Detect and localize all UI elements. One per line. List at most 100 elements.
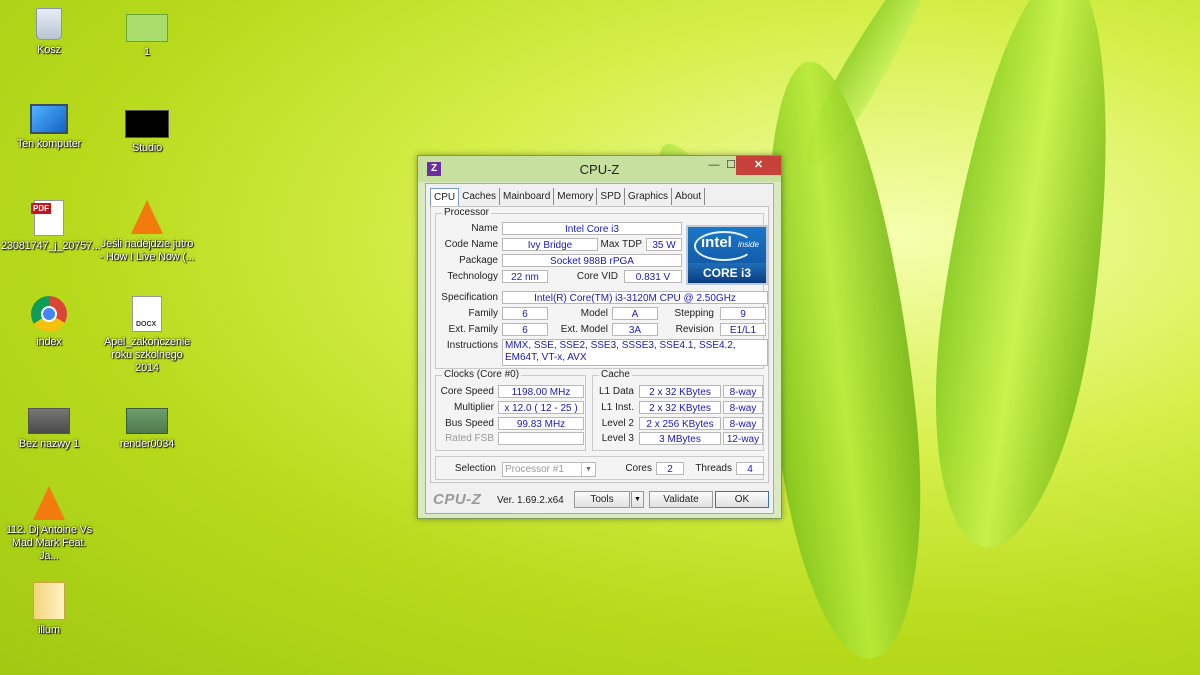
model-label: Model: [580, 308, 608, 319]
codename-label: Code Name: [444, 239, 498, 250]
chrome-icon: [31, 296, 67, 332]
wallpaper-leaf: [910, 0, 1140, 558]
processor-select-value: Processor #1: [505, 464, 564, 475]
level2-value: 2 x 256 KBytes: [639, 417, 721, 430]
desktop-icon-label: Kosz: [37, 44, 61, 56]
tab-graphics[interactable]: Graphics: [625, 188, 672, 205]
tools-button[interactable]: Tools: [574, 491, 630, 508]
desktop-icon-index[interactable]: index: [1, 296, 97, 349]
intel-core-i3-logo: intel inside CORE i3: [686, 225, 768, 285]
tab-memory[interactable]: Memory: [554, 188, 598, 205]
tab-about[interactable]: About: [672, 188, 706, 205]
desktop-icon-illum[interactable]: illum: [1, 582, 97, 637]
level3-value: 3 MBytes: [639, 432, 721, 445]
ratedfsb-value: [498, 432, 584, 445]
intel-inside: inside: [738, 240, 759, 249]
desktop-icon-label: 1: [144, 46, 150, 58]
image-file-icon: [126, 408, 168, 434]
tab-spd[interactable]: SPD: [597, 188, 625, 205]
cpuz-window: Z CPU-Z — ☐ ✕ CPU Caches Mainboard Memor…: [417, 155, 782, 519]
threads-label: Threads: [695, 463, 732, 474]
corevid-label: Core VID: [576, 271, 618, 282]
multiplier-value: x 12.0 ( 12 - 25 ): [498, 401, 584, 414]
image-file-icon: [126, 14, 168, 42]
desktop-icon-1[interactable]: 1: [99, 8, 195, 59]
l1inst-assoc: 8-way: [723, 401, 763, 414]
title-bar[interactable]: Z CPU-Z — ☐ ✕: [418, 156, 781, 182]
intel-brand: intel: [701, 234, 732, 251]
desktop-icon-label: 112. Dj Antoine Vs Mad Mark Feat. Ja...: [5, 524, 93, 562]
level3-assoc: 12-way: [723, 432, 763, 445]
extmodel-value: 3A: [612, 323, 658, 336]
stepping-label: Stepping: [674, 308, 714, 319]
cache-group: Cache L1 Data 2 x 32 KBytes 8-way L1 Ins…: [592, 369, 764, 451]
l1inst-value: 2 x 32 KBytes: [639, 401, 721, 414]
family-value: 6: [502, 307, 548, 320]
window-client: CPU Caches Mainboard Memory SPD Graphics…: [425, 183, 774, 514]
docx-file-icon: DOCX: [132, 296, 162, 332]
desktop-icon-studio[interactable]: Studio: [99, 104, 195, 155]
selection-group: Selection Processor #1 ▼ Cores 2 Threads…: [435, 456, 764, 480]
specification-value: Intel(R) Core(TM) i3-3120M CPU @ 2.50GHz: [502, 291, 768, 304]
tab-cpu[interactable]: CPU: [430, 188, 460, 207]
desktop-icon-recycle-bin[interactable]: Kosz: [1, 8, 97, 57]
group-label: Processor: [442, 207, 492, 218]
vlc-icon: [131, 200, 163, 234]
multiplier-label: Multiplier: [453, 402, 494, 413]
level2-label: Level 2: [601, 418, 634, 429]
group-label: Cache: [599, 369, 632, 380]
threads-value: 4: [736, 462, 764, 475]
family-label: Family: [468, 308, 498, 319]
window-footer: CPU-Z Ver. 1.69.2.x64 Tools ▼ Validate O…: [426, 489, 773, 511]
processor-select[interactable]: Processor #1 ▼: [502, 462, 596, 477]
tab-mainboard[interactable]: Mainboard: [500, 188, 555, 205]
l1data-assoc: 8-way: [723, 385, 763, 398]
chevron-down-icon: ▼: [581, 463, 595, 476]
desktop-icon-label: Ten komputer: [16, 138, 82, 150]
desktop-icon-render[interactable]: render0034: [99, 400, 195, 451]
desktop-icon-label: illum: [38, 624, 60, 636]
name-label: Name: [471, 223, 498, 234]
validate-button[interactable]: Validate: [649, 491, 713, 508]
revision-label: Revision: [675, 324, 714, 335]
level2-assoc: 8-way: [723, 417, 763, 430]
desktop-icon-label: render0034: [119, 438, 175, 450]
desktop-icon-label: 23081747_j_20757...: [1, 240, 101, 252]
maxtdp-value: 35 W: [646, 238, 682, 251]
desktop-icon-bez-nazwy[interactable]: Bez nazwy 1: [1, 400, 97, 451]
desktop-icon-pdf[interactable]: PDF 23081747_j_20757...: [1, 200, 101, 253]
desktop-icon-label: Jeśli nadejdzie jutro - How I Live Now (…: [99, 238, 195, 263]
corespeed-value: 1198.00 MHz: [498, 385, 584, 398]
corespeed-label: Core Speed: [440, 386, 494, 397]
ratedfsb-label: Rated FSB: [445, 433, 494, 444]
clocks-group: Clocks (Core #0) Core Speed 1198.00 MHz …: [435, 369, 586, 451]
recycle-bin-icon: [36, 8, 62, 40]
tools-dropdown-arrow-icon[interactable]: ▼: [631, 491, 644, 508]
instructions-label: Instructions: [446, 340, 498, 351]
desktop-icon-vlc-music[interactable]: 112. Dj Antoine Vs Mad Mark Feat. Ja...: [1, 486, 97, 563]
instructions-value: MMX, SSE, SSE2, SSE3, SSSE3, SSE4.1, SSE…: [502, 339, 768, 366]
desktop-icon-label: index: [36, 336, 62, 348]
extmodel-label: Ext. Model: [560, 324, 608, 335]
level3-label: Level 3: [601, 433, 634, 444]
l1data-value: 2 x 32 KBytes: [639, 385, 721, 398]
intel-core-line: CORE i3: [688, 263, 766, 283]
close-button[interactable]: ✕: [736, 156, 781, 175]
cores-label: Cores: [625, 463, 652, 474]
desktop-icon-label: Apel_zakończenie roku szkolnego 2014: [103, 336, 191, 374]
l1inst-label: L1 Inst.: [601, 402, 634, 413]
tab-caches[interactable]: Caches: [459, 188, 501, 205]
desktop-icon-docx[interactable]: DOCX Apel_zakończenie roku szkolnego 201…: [99, 296, 195, 375]
desktop-icon-vlc-movie[interactable]: Jeśli nadejdzie jutro - How I Live Now (…: [99, 200, 195, 264]
extfamily-value: 6: [502, 323, 548, 336]
processor-group: Processor Name Intel Core i3 Code Name I…: [435, 207, 768, 369]
l1data-label: L1 Data: [598, 386, 634, 397]
desktop-icon-computer[interactable]: Ten komputer: [1, 104, 97, 151]
selection-label: Selection: [454, 463, 496, 474]
name-value: Intel Core i3: [502, 222, 682, 235]
video-thumbnail-icon: [125, 110, 169, 138]
folder-icon: [33, 582, 65, 620]
package-value: Socket 988B rPGA: [502, 254, 682, 267]
codename-value: Ivy Bridge: [502, 238, 598, 251]
ok-button[interactable]: OK: [715, 491, 769, 508]
